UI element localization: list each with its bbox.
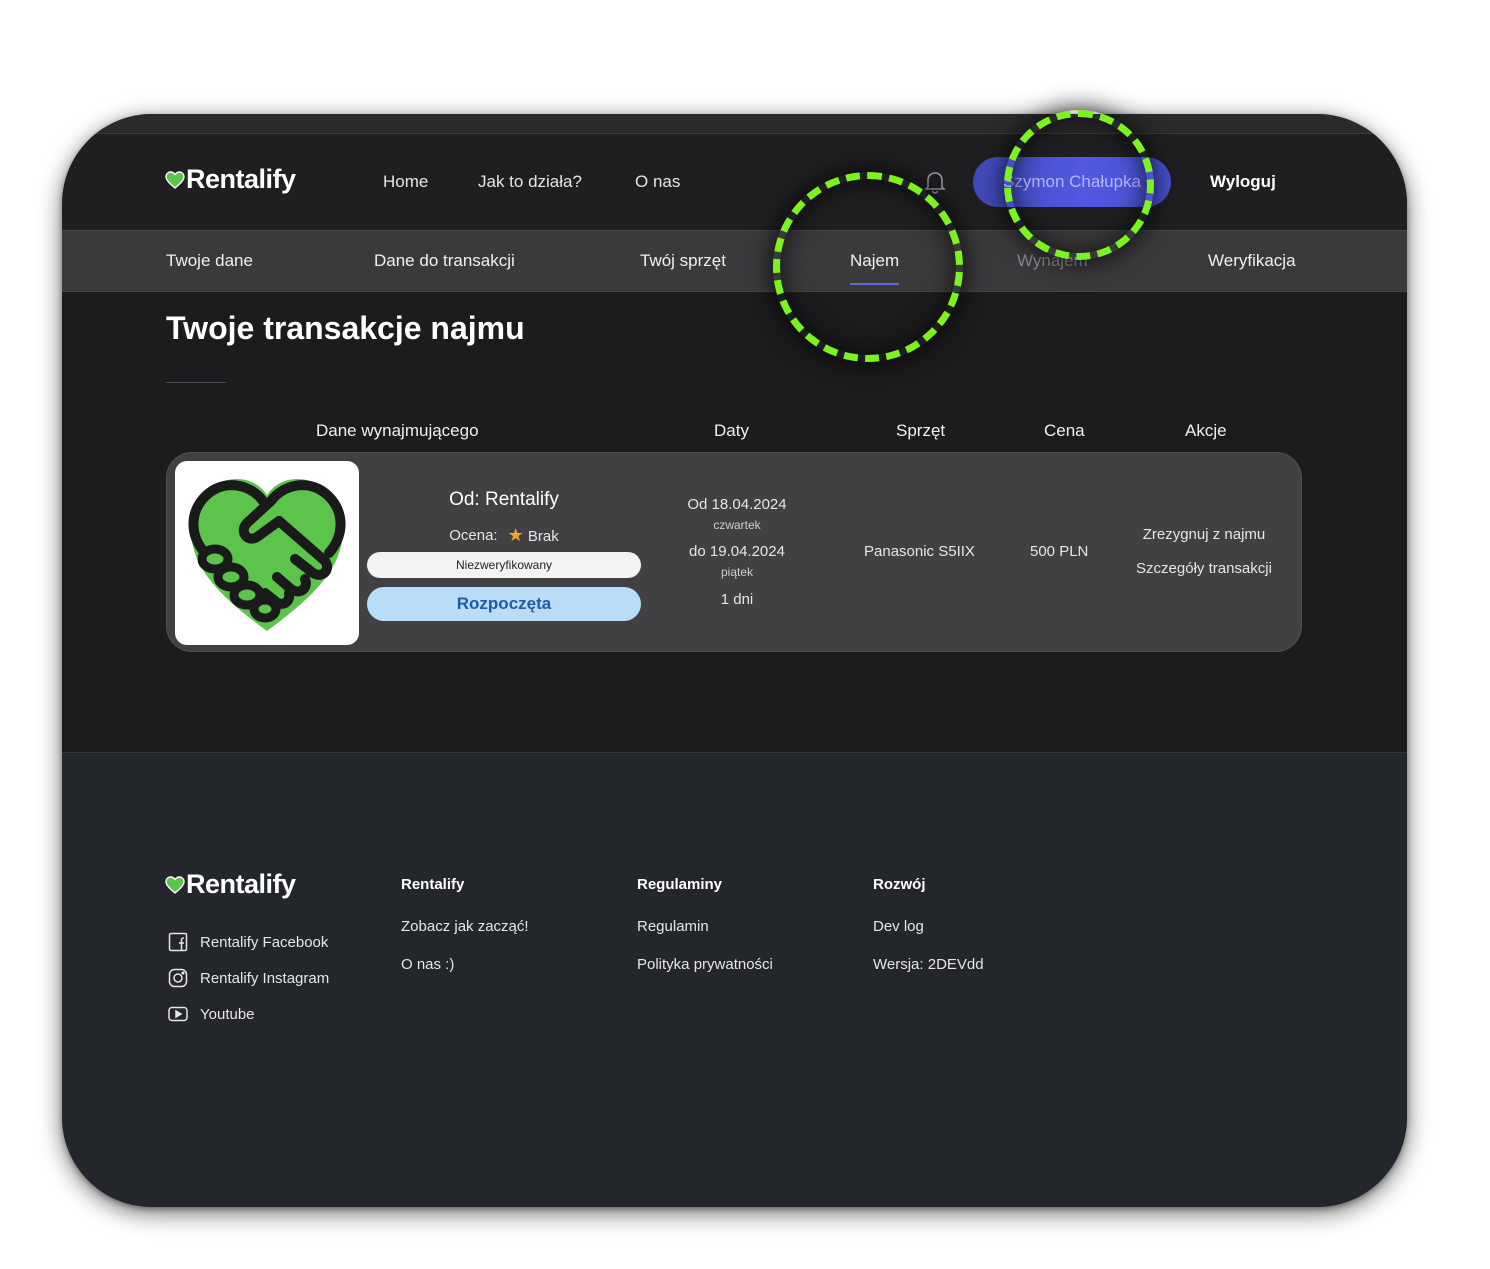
- logout-button[interactable]: Wyloguj: [1210, 172, 1276, 192]
- social-instagram-label: Rentalify Instagram: [200, 969, 330, 987]
- nav-about[interactable]: O nas: [635, 172, 680, 192]
- rental-duration: 1 dni: [720, 591, 754, 608]
- header-logo[interactable]: Rentalify: [165, 164, 296, 195]
- title-divider: [166, 382, 226, 383]
- column-header-price: Cena: [1044, 421, 1085, 440]
- date-to: do 19.04.2024: [689, 543, 785, 560]
- tab-your-equipment[interactable]: Twój sprzęt: [640, 251, 726, 271]
- footer-heading-rentalify: Rentalify: [401, 876, 465, 893]
- profile-tabs: Twoje dane Dane do transakcji Twój sprzę…: [62, 230, 1407, 292]
- renter-rating: Ocena: ★ Brak: [367, 525, 641, 546]
- heart-logo-icon: [165, 170, 185, 189]
- footer-link-about[interactable]: O nas :): [401, 956, 454, 973]
- youtube-icon: [168, 1006, 188, 1022]
- transaction-row: Od: Rentalify Ocena: ★ Brak Niezweryfiko…: [166, 452, 1302, 652]
- footer-link-privacy[interactable]: Polityka prywatności: [637, 956, 773, 973]
- app-window: Rentalify Home Jak to działa? O nas Szym…: [62, 114, 1407, 1207]
- cancel-rental-link[interactable]: Zrezygnuj z najmu: [1119, 526, 1289, 543]
- price: 500 PLN: [1030, 543, 1089, 560]
- page-title: Twoje transakcje najmu: [166, 310, 525, 346]
- bell-icon[interactable]: [924, 170, 946, 194]
- footer: Rentalify Rentalify Facebook Rentalify I…: [62, 752, 1407, 1207]
- footer-logo[interactable]: Rentalify: [165, 869, 296, 900]
- footer-heading-development: Rozwój: [873, 876, 926, 893]
- tab-rental[interactable]: Najem: [850, 251, 900, 285]
- heart-logo-icon: [165, 875, 185, 894]
- tab-transaction-data[interactable]: Dane do transakcji: [374, 251, 515, 271]
- instagram-icon: [168, 968, 188, 988]
- renter-name: Od: Rentalify: [449, 489, 559, 510]
- social-youtube-label: Youtube: [200, 1005, 255, 1023]
- column-header-renter: Dane wynajmującego: [316, 421, 479, 440]
- user-profile-button[interactable]: Szymon Chałupka: [973, 157, 1171, 207]
- footer-logo-text: Rentalify: [186, 869, 296, 899]
- handshake-heart-icon: [188, 479, 346, 631]
- day-to: piątek: [720, 565, 754, 579]
- header: Rentalify Home Jak to działa? O nas Szym…: [62, 134, 1407, 230]
- status-badge: Rozpoczęta: [367, 587, 641, 621]
- facebook-icon: [168, 932, 188, 952]
- date-from: Od 18.04.2024: [687, 496, 787, 513]
- header-logo-text: Rentalify: [186, 164, 296, 194]
- social-facebook-label: Rentalify Facebook: [200, 933, 329, 951]
- social-facebook[interactable]: Rentalify Facebook: [168, 932, 328, 952]
- social-youtube[interactable]: Youtube: [168, 1004, 255, 1024]
- footer-link-dev-log[interactable]: Dev log: [873, 918, 924, 935]
- equipment-name: Panasonic S5IIX: [864, 543, 975, 560]
- nav-home[interactable]: Home: [383, 172, 428, 192]
- footer-version: Wersja: 2DEVdd: [873, 956, 984, 973]
- verification-badge: Niezweryfikowany: [367, 552, 641, 578]
- column-header-actions: Akcje: [1185, 421, 1227, 440]
- column-header-equipment: Sprzęt: [896, 421, 946, 440]
- rating-value: Brak: [527, 528, 559, 545]
- rating-value-group: ★ Brak: [508, 525, 559, 546]
- footer-link-terms[interactable]: Regulamin: [637, 918, 709, 935]
- tab-verification[interactable]: Weryfikacja: [1208, 251, 1296, 271]
- tab-lending[interactable]: Wynajem: [1017, 251, 1088, 271]
- rating-label: Ocena:: [449, 527, 498, 544]
- top-band: [62, 114, 1407, 134]
- day-from: czwartek: [713, 518, 761, 532]
- footer-heading-regulations: Regulaminy: [637, 876, 723, 893]
- social-instagram[interactable]: Rentalify Instagram: [168, 968, 329, 988]
- transaction-details-link[interactable]: Szczegóły transakcji: [1119, 560, 1289, 577]
- nav-how-it-works[interactable]: Jak to działa?: [478, 172, 582, 192]
- footer-link-get-started[interactable]: Zobacz jak zacząć!: [401, 918, 529, 935]
- tab-your-data[interactable]: Twoje dane: [166, 251, 253, 271]
- renter-avatar: [175, 461, 359, 645]
- column-header-dates: Daty: [714, 421, 749, 440]
- star-icon: ★: [507, 525, 524, 545]
